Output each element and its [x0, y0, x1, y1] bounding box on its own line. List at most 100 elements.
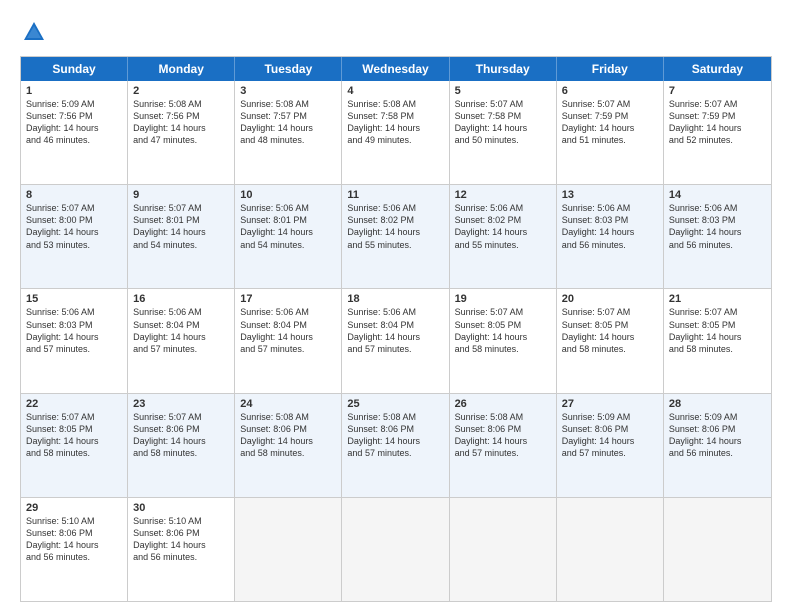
day-info: Sunrise: 5:08 AM Sunset: 8:06 PM Dayligh…: [455, 411, 551, 460]
header-day-monday: Monday: [128, 57, 235, 81]
header-day-friday: Friday: [557, 57, 664, 81]
day-number: 15: [26, 293, 122, 305]
day-cell-15: 15Sunrise: 5:06 AM Sunset: 8:03 PM Dayli…: [21, 289, 128, 392]
day-info: Sunrise: 5:07 AM Sunset: 7:58 PM Dayligh…: [455, 98, 551, 147]
day-cell-6: 6Sunrise: 5:07 AM Sunset: 7:59 PM Daylig…: [557, 81, 664, 184]
day-cell-19: 19Sunrise: 5:07 AM Sunset: 8:05 PM Dayli…: [450, 289, 557, 392]
calendar: SundayMondayTuesdayWednesdayThursdayFrid…: [20, 56, 772, 602]
day-number: 19: [455, 293, 551, 305]
day-number: 7: [669, 85, 766, 97]
empty-cell: [342, 498, 449, 601]
day-info: Sunrise: 5:08 AM Sunset: 7:57 PM Dayligh…: [240, 98, 336, 147]
calendar-row-1: 1Sunrise: 5:09 AM Sunset: 7:56 PM Daylig…: [21, 81, 771, 184]
day-info: Sunrise: 5:06 AM Sunset: 8:01 PM Dayligh…: [240, 202, 336, 251]
day-cell-30: 30Sunrise: 5:10 AM Sunset: 8:06 PM Dayli…: [128, 498, 235, 601]
day-number: 12: [455, 189, 551, 201]
day-info: Sunrise: 5:07 AM Sunset: 8:05 PM Dayligh…: [669, 306, 766, 355]
calendar-row-4: 22Sunrise: 5:07 AM Sunset: 8:05 PM Dayli…: [21, 393, 771, 497]
day-cell-27: 27Sunrise: 5:09 AM Sunset: 8:06 PM Dayli…: [557, 394, 664, 497]
day-number: 6: [562, 85, 658, 97]
header: [20, 18, 772, 46]
day-number: 3: [240, 85, 336, 97]
day-cell-5: 5Sunrise: 5:07 AM Sunset: 7:58 PM Daylig…: [450, 81, 557, 184]
day-number: 1: [26, 85, 122, 97]
day-number: 11: [347, 189, 443, 201]
day-number: 18: [347, 293, 443, 305]
day-number: 23: [133, 398, 229, 410]
day-number: 28: [669, 398, 766, 410]
day-info: Sunrise: 5:07 AM Sunset: 7:59 PM Dayligh…: [669, 98, 766, 147]
calendar-row-2: 8Sunrise: 5:07 AM Sunset: 8:00 PM Daylig…: [21, 184, 771, 288]
day-cell-28: 28Sunrise: 5:09 AM Sunset: 8:06 PM Dayli…: [664, 394, 771, 497]
day-info: Sunrise: 5:06 AM Sunset: 8:03 PM Dayligh…: [669, 202, 766, 251]
day-cell-10: 10Sunrise: 5:06 AM Sunset: 8:01 PM Dayli…: [235, 185, 342, 288]
day-number: 4: [347, 85, 443, 97]
day-cell-22: 22Sunrise: 5:07 AM Sunset: 8:05 PM Dayli…: [21, 394, 128, 497]
day-info: Sunrise: 5:06 AM Sunset: 8:02 PM Dayligh…: [455, 202, 551, 251]
day-info: Sunrise: 5:06 AM Sunset: 8:02 PM Dayligh…: [347, 202, 443, 251]
day-number: 21: [669, 293, 766, 305]
day-info: Sunrise: 5:08 AM Sunset: 7:58 PM Dayligh…: [347, 98, 443, 147]
day-info: Sunrise: 5:10 AM Sunset: 8:06 PM Dayligh…: [26, 515, 122, 564]
day-info: Sunrise: 5:08 AM Sunset: 8:06 PM Dayligh…: [347, 411, 443, 460]
day-cell-17: 17Sunrise: 5:06 AM Sunset: 8:04 PM Dayli…: [235, 289, 342, 392]
day-cell-16: 16Sunrise: 5:06 AM Sunset: 8:04 PM Dayli…: [128, 289, 235, 392]
logo-icon: [20, 18, 48, 46]
day-cell-14: 14Sunrise: 5:06 AM Sunset: 8:03 PM Dayli…: [664, 185, 771, 288]
calendar-body: 1Sunrise: 5:09 AM Sunset: 7:56 PM Daylig…: [21, 81, 771, 601]
day-info: Sunrise: 5:07 AM Sunset: 8:05 PM Dayligh…: [455, 306, 551, 355]
day-cell-9: 9Sunrise: 5:07 AM Sunset: 8:01 PM Daylig…: [128, 185, 235, 288]
day-cell-1: 1Sunrise: 5:09 AM Sunset: 7:56 PM Daylig…: [21, 81, 128, 184]
day-info: Sunrise: 5:07 AM Sunset: 8:05 PM Dayligh…: [26, 411, 122, 460]
empty-cell: [450, 498, 557, 601]
day-cell-26: 26Sunrise: 5:08 AM Sunset: 8:06 PM Dayli…: [450, 394, 557, 497]
day-cell-23: 23Sunrise: 5:07 AM Sunset: 8:06 PM Dayli…: [128, 394, 235, 497]
day-cell-25: 25Sunrise: 5:08 AM Sunset: 8:06 PM Dayli…: [342, 394, 449, 497]
day-info: Sunrise: 5:06 AM Sunset: 8:04 PM Dayligh…: [347, 306, 443, 355]
empty-cell: [557, 498, 664, 601]
day-cell-13: 13Sunrise: 5:06 AM Sunset: 8:03 PM Dayli…: [557, 185, 664, 288]
day-info: Sunrise: 5:07 AM Sunset: 8:05 PM Dayligh…: [562, 306, 658, 355]
day-info: Sunrise: 5:06 AM Sunset: 8:03 PM Dayligh…: [26, 306, 122, 355]
header-day-wednesday: Wednesday: [342, 57, 449, 81]
day-cell-3: 3Sunrise: 5:08 AM Sunset: 7:57 PM Daylig…: [235, 81, 342, 184]
day-cell-8: 8Sunrise: 5:07 AM Sunset: 8:00 PM Daylig…: [21, 185, 128, 288]
day-number: 8: [26, 189, 122, 201]
calendar-row-5: 29Sunrise: 5:10 AM Sunset: 8:06 PM Dayli…: [21, 497, 771, 601]
day-number: 13: [562, 189, 658, 201]
day-info: Sunrise: 5:07 AM Sunset: 8:01 PM Dayligh…: [133, 202, 229, 251]
header-day-tuesday: Tuesday: [235, 57, 342, 81]
day-number: 14: [669, 189, 766, 201]
day-number: 2: [133, 85, 229, 97]
day-number: 20: [562, 293, 658, 305]
day-number: 24: [240, 398, 336, 410]
day-info: Sunrise: 5:06 AM Sunset: 8:04 PM Dayligh…: [240, 306, 336, 355]
day-number: 22: [26, 398, 122, 410]
empty-cell: [664, 498, 771, 601]
day-number: 29: [26, 502, 122, 514]
day-cell-2: 2Sunrise: 5:08 AM Sunset: 7:56 PM Daylig…: [128, 81, 235, 184]
header-day-thursday: Thursday: [450, 57, 557, 81]
day-number: 17: [240, 293, 336, 305]
day-info: Sunrise: 5:10 AM Sunset: 8:06 PM Dayligh…: [133, 515, 229, 564]
day-number: 10: [240, 189, 336, 201]
day-info: Sunrise: 5:07 AM Sunset: 8:00 PM Dayligh…: [26, 202, 122, 251]
day-info: Sunrise: 5:09 AM Sunset: 8:06 PM Dayligh…: [669, 411, 766, 460]
empty-cell: [235, 498, 342, 601]
day-number: 9: [133, 189, 229, 201]
day-cell-24: 24Sunrise: 5:08 AM Sunset: 8:06 PM Dayli…: [235, 394, 342, 497]
day-info: Sunrise: 5:06 AM Sunset: 8:04 PM Dayligh…: [133, 306, 229, 355]
day-number: 27: [562, 398, 658, 410]
day-cell-21: 21Sunrise: 5:07 AM Sunset: 8:05 PM Dayli…: [664, 289, 771, 392]
logo: [20, 18, 52, 46]
day-cell-7: 7Sunrise: 5:07 AM Sunset: 7:59 PM Daylig…: [664, 81, 771, 184]
day-cell-12: 12Sunrise: 5:06 AM Sunset: 8:02 PM Dayli…: [450, 185, 557, 288]
day-cell-4: 4Sunrise: 5:08 AM Sunset: 7:58 PM Daylig…: [342, 81, 449, 184]
day-cell-29: 29Sunrise: 5:10 AM Sunset: 8:06 PM Dayli…: [21, 498, 128, 601]
day-number: 26: [455, 398, 551, 410]
day-number: 25: [347, 398, 443, 410]
page: SundayMondayTuesdayWednesdayThursdayFrid…: [0, 0, 792, 612]
day-info: Sunrise: 5:06 AM Sunset: 8:03 PM Dayligh…: [562, 202, 658, 251]
day-cell-18: 18Sunrise: 5:06 AM Sunset: 8:04 PM Dayli…: [342, 289, 449, 392]
day-info: Sunrise: 5:08 AM Sunset: 7:56 PM Dayligh…: [133, 98, 229, 147]
